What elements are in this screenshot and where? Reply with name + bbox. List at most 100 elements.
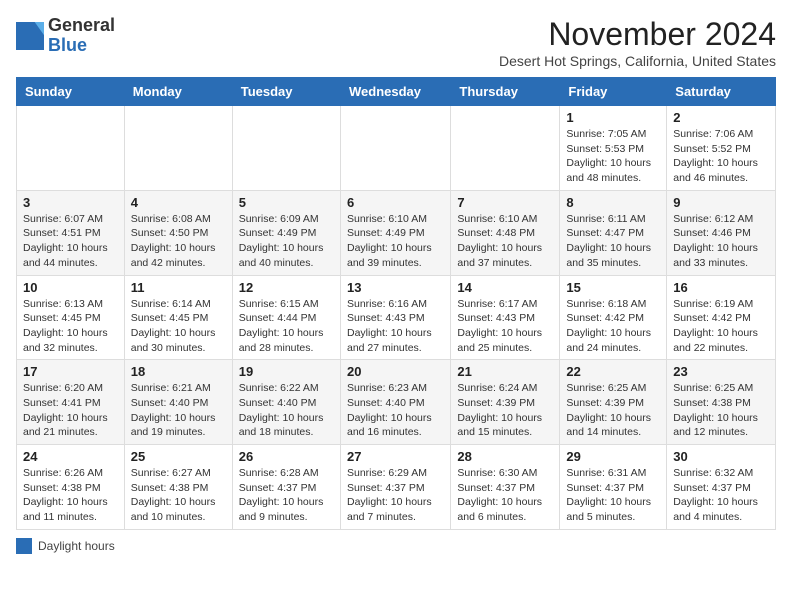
calendar-cell: 18 Sunrise: 6:21 AM Sunset: 4:40 PM Dayli… bbox=[124, 360, 232, 445]
calendar-cell: 19 Sunrise: 6:22 AM Sunset: 4:40 PM Dayli… bbox=[232, 360, 340, 445]
calendar-cell: 5 Sunrise: 6:09 AM Sunset: 4:49 PM Daylig… bbox=[232, 190, 340, 275]
calendar-cell: 25Sunrise: 6:27 AM Sunset: 4:38 PM Dayli… bbox=[124, 445, 232, 530]
calendar-cell: 12Sunrise: 6:15 AM Sunset: 4:44 PM Dayli… bbox=[232, 275, 340, 360]
week-row-1: 1Sunrise: 7:05 AM Sunset: 5:53 PM Daylig… bbox=[17, 106, 776, 191]
legend-color-box bbox=[16, 538, 32, 554]
calendar-table: SundayMondayTuesdayWednesdayThursdayFrid… bbox=[16, 77, 776, 530]
column-header-tuesday: Tuesday bbox=[232, 78, 340, 106]
column-header-friday: Friday bbox=[560, 78, 667, 106]
calendar-cell: 22Sunrise: 6:25 AM Sunset: 4:39 PM Dayli… bbox=[560, 360, 667, 445]
calendar-cell: 9 Sunrise: 6:12 AM Sunset: 4:46 PM Daylig… bbox=[667, 190, 776, 275]
day-info: Sunrise: 6:20 AM Sunset: 4:41 PM Dayligh… bbox=[23, 381, 118, 440]
day-info: Sunrise: 6:10 AM Sunset: 4:48 PM Dayligh… bbox=[457, 212, 553, 271]
day-info: Sunrise: 7:06 AM Sunset: 5:52 PM Dayligh… bbox=[673, 127, 769, 186]
day-info: Sunrise: 6:29 AM Sunset: 4:37 PM Dayligh… bbox=[347, 466, 444, 525]
week-row-4: 17 Sunrise: 6:20 AM Sunset: 4:41 PM Dayli… bbox=[17, 360, 776, 445]
day-number: 3 bbox=[23, 195, 118, 210]
day-number: 28 bbox=[457, 449, 553, 464]
calendar-cell: 2 Sunrise: 7:06 AM Sunset: 5:52 PM Daylig… bbox=[667, 106, 776, 191]
calendar-cell: 23 Sunrise: 6:25 AM Sunset: 4:38 PM Dayli… bbox=[667, 360, 776, 445]
day-info: Sunrise: 6:10 AM Sunset: 4:49 PM Dayligh… bbox=[347, 212, 444, 271]
title-area: November 2024 Desert Hot Springs, Califo… bbox=[499, 16, 776, 69]
calendar-cell: 1Sunrise: 7:05 AM Sunset: 5:53 PM Daylig… bbox=[560, 106, 667, 191]
day-info: Sunrise: 6:28 AM Sunset: 4:37 PM Dayligh… bbox=[239, 466, 334, 525]
day-info: Sunrise: 6:19 AM Sunset: 4:42 PM Dayligh… bbox=[673, 297, 769, 356]
column-header-wednesday: Wednesday bbox=[340, 78, 450, 106]
day-number: 13 bbox=[347, 280, 444, 295]
calendar-cell: 28 Sunrise: 6:30 AM Sunset: 4:37 PM Dayli… bbox=[451, 445, 560, 530]
day-number: 23 bbox=[673, 364, 769, 379]
day-info: Sunrise: 6:25 AM Sunset: 4:38 PM Dayligh… bbox=[673, 381, 769, 440]
calendar-cell bbox=[17, 106, 125, 191]
month-title: November 2024 bbox=[499, 16, 776, 53]
week-row-5: 24 Sunrise: 6:26 AM Sunset: 4:38 PM Dayli… bbox=[17, 445, 776, 530]
calendar-cell: 8 Sunrise: 6:11 AM Sunset: 4:47 PM Daylig… bbox=[560, 190, 667, 275]
calendar-cell: 30 Sunrise: 6:32 AM Sunset: 4:37 PM Dayli… bbox=[667, 445, 776, 530]
day-number: 10 bbox=[23, 280, 118, 295]
column-header-thursday: Thursday bbox=[451, 78, 560, 106]
column-header-monday: Monday bbox=[124, 78, 232, 106]
day-number: 18 bbox=[131, 364, 226, 379]
day-info: Sunrise: 6:08 AM Sunset: 4:50 PM Dayligh… bbox=[131, 212, 226, 271]
calendar-cell: 15Sunrise: 6:18 AM Sunset: 4:42 PM Dayli… bbox=[560, 275, 667, 360]
day-number: 22 bbox=[566, 364, 660, 379]
day-info: Sunrise: 6:13 AM Sunset: 4:45 PM Dayligh… bbox=[23, 297, 118, 356]
calendar-cell: 26 Sunrise: 6:28 AM Sunset: 4:37 PM Dayli… bbox=[232, 445, 340, 530]
calendar-cell: 20Sunrise: 6:23 AM Sunset: 4:40 PM Dayli… bbox=[340, 360, 450, 445]
column-header-sunday: Sunday bbox=[17, 78, 125, 106]
day-info: Sunrise: 6:30 AM Sunset: 4:37 PM Dayligh… bbox=[457, 466, 553, 525]
day-info: Sunrise: 6:24 AM Sunset: 4:39 PM Dayligh… bbox=[457, 381, 553, 440]
week-row-2: 3 Sunrise: 6:07 AM Sunset: 4:51 PM Daylig… bbox=[17, 190, 776, 275]
day-info: Sunrise: 6:27 AM Sunset: 4:38 PM Dayligh… bbox=[131, 466, 226, 525]
day-number: 24 bbox=[23, 449, 118, 464]
logo-general: General bbox=[48, 15, 115, 35]
day-number: 6 bbox=[347, 195, 444, 210]
day-number: 4 bbox=[131, 195, 226, 210]
logo-icon bbox=[16, 22, 44, 50]
day-info: Sunrise: 6:32 AM Sunset: 4:37 PM Dayligh… bbox=[673, 466, 769, 525]
day-number: 21 bbox=[457, 364, 553, 379]
day-info: Sunrise: 6:09 AM Sunset: 4:49 PM Dayligh… bbox=[239, 212, 334, 271]
day-info: Sunrise: 6:14 AM Sunset: 4:45 PM Dayligh… bbox=[131, 297, 226, 356]
calendar-cell: 4 Sunrise: 6:08 AM Sunset: 4:50 PM Daylig… bbox=[124, 190, 232, 275]
day-number: 7 bbox=[457, 195, 553, 210]
column-header-saturday: Saturday bbox=[667, 78, 776, 106]
day-number: 2 bbox=[673, 110, 769, 125]
day-number: 29 bbox=[566, 449, 660, 464]
day-number: 26 bbox=[239, 449, 334, 464]
calendar-cell: 3 Sunrise: 6:07 AM Sunset: 4:51 PM Daylig… bbox=[17, 190, 125, 275]
calendar-cell: 24 Sunrise: 6:26 AM Sunset: 4:38 PM Dayli… bbox=[17, 445, 125, 530]
logo-text: General Blue bbox=[48, 16, 115, 56]
day-number: 27 bbox=[347, 449, 444, 464]
day-number: 15 bbox=[566, 280, 660, 295]
calendar-cell: 16Sunrise: 6:19 AM Sunset: 4:42 PM Dayli… bbox=[667, 275, 776, 360]
day-info: Sunrise: 6:26 AM Sunset: 4:38 PM Dayligh… bbox=[23, 466, 118, 525]
legend: Daylight hours bbox=[16, 538, 776, 554]
week-row-3: 10 Sunrise: 6:13 AM Sunset: 4:45 PM Dayli… bbox=[17, 275, 776, 360]
day-info: Sunrise: 6:07 AM Sunset: 4:51 PM Dayligh… bbox=[23, 212, 118, 271]
day-number: 20 bbox=[347, 364, 444, 379]
calendar-cell: 10 Sunrise: 6:13 AM Sunset: 4:45 PM Dayli… bbox=[17, 275, 125, 360]
calendar-cell: 27 Sunrise: 6:29 AM Sunset: 4:37 PM Dayli… bbox=[340, 445, 450, 530]
day-number: 8 bbox=[566, 195, 660, 210]
day-info: Sunrise: 6:11 AM Sunset: 4:47 PM Dayligh… bbox=[566, 212, 660, 271]
day-info: Sunrise: 6:12 AM Sunset: 4:46 PM Dayligh… bbox=[673, 212, 769, 271]
day-number: 12 bbox=[239, 280, 334, 295]
day-number: 30 bbox=[673, 449, 769, 464]
logo-blue: Blue bbox=[48, 35, 87, 55]
logo: General Blue bbox=[16, 16, 115, 56]
calendar-cell bbox=[340, 106, 450, 191]
calendar-cell: 11Sunrise: 6:14 AM Sunset: 4:45 PM Dayli… bbox=[124, 275, 232, 360]
calendar-cell: 29 Sunrise: 6:31 AM Sunset: 4:37 PM Dayli… bbox=[560, 445, 667, 530]
day-number: 19 bbox=[239, 364, 334, 379]
day-info: Sunrise: 6:22 AM Sunset: 4:40 PM Dayligh… bbox=[239, 381, 334, 440]
calendar-cell bbox=[232, 106, 340, 191]
calendar-cell: 14Sunrise: 6:17 AM Sunset: 4:43 PM Dayli… bbox=[451, 275, 560, 360]
day-info: Sunrise: 6:21 AM Sunset: 4:40 PM Dayligh… bbox=[131, 381, 226, 440]
header: General Blue November 2024 Desert Hot Sp… bbox=[16, 16, 776, 69]
day-info: Sunrise: 6:31 AM Sunset: 4:37 PM Dayligh… bbox=[566, 466, 660, 525]
calendar-cell: 13Sunrise: 6:16 AM Sunset: 4:43 PM Dayli… bbox=[340, 275, 450, 360]
day-number: 17 bbox=[23, 364, 118, 379]
day-number: 5 bbox=[239, 195, 334, 210]
day-number: 9 bbox=[673, 195, 769, 210]
